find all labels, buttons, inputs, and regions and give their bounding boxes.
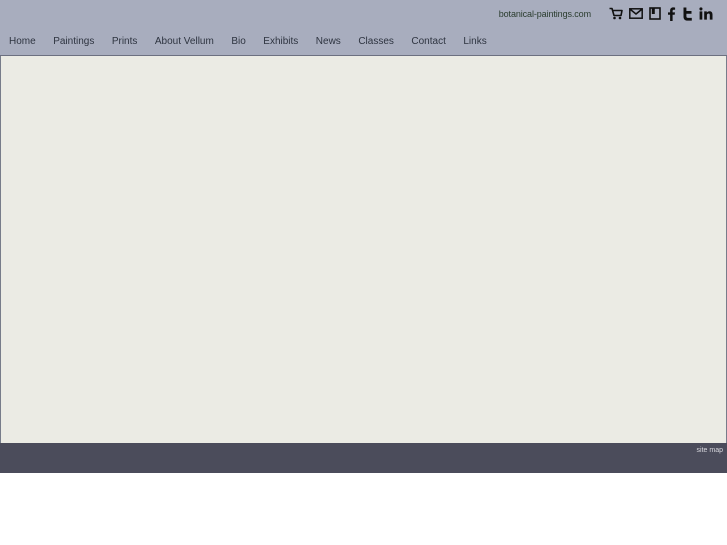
nav-links[interactable]: Links (463, 35, 486, 48)
site-footer: site map (0, 443, 727, 473)
main-nav: Home Paintings Prints About Vellum Bio E… (9, 35, 504, 48)
bookmark-icon[interactable] (649, 6, 661, 21)
nav-paintings[interactable]: Paintings (53, 35, 94, 48)
nav-prints[interactable]: Prints (112, 35, 138, 48)
nav-classes[interactable]: Classes (358, 35, 394, 48)
linkedin-icon[interactable] (699, 6, 713, 21)
facebook-icon[interactable] (667, 6, 676, 21)
page: botanical-paintings.com Home Paintings P… (0, 0, 727, 545)
main-content-area (0, 56, 727, 443)
social-icon-bar (603, 6, 713, 21)
site-map-link[interactable]: site map (697, 446, 723, 455)
mail-icon[interactable] (629, 6, 643, 21)
nav-home[interactable]: Home (9, 35, 36, 48)
cart-icon[interactable] (609, 6, 623, 21)
twitter-icon[interactable] (682, 6, 693, 21)
site-domain: botanical-paintings.com (498, 9, 591, 19)
nav-bio[interactable]: Bio (231, 35, 245, 48)
nav-exhibits[interactable]: Exhibits (263, 35, 298, 48)
nav-about-vellum[interactable]: About Vellum (155, 35, 214, 48)
nav-news[interactable]: News (316, 35, 341, 48)
nav-contact[interactable]: Contact (411, 35, 445, 48)
site-header: botanical-paintings.com Home Paintings P… (0, 0, 727, 56)
